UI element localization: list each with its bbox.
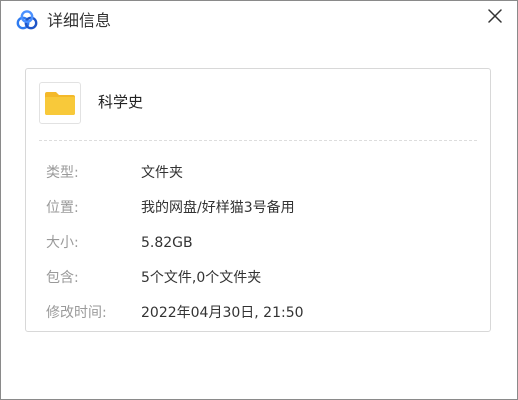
modified-time-label: 修改时间:	[46, 305, 107, 321]
type-value: 文件夹	[141, 165, 183, 181]
type-label: 类型:	[46, 165, 79, 181]
type-row: 类型: 文件夹	[46, 162, 476, 184]
dashed-divider	[39, 140, 477, 141]
location-value: 我的网盘/好样猫3号备用	[141, 200, 295, 216]
details-panel: 科学史 类型: 文件夹 位置: 我的网盘/好样猫3号备用 大小: 5.82GB …	[25, 68, 491, 332]
modified-time-row: 修改时间: 2022年04月30日, 21:50	[46, 302, 476, 324]
file-icon-box	[39, 82, 81, 124]
folder-icon	[45, 92, 75, 115]
location-label: 位置:	[46, 200, 79, 216]
close-button[interactable]	[479, 3, 511, 31]
file-name: 科学史	[98, 93, 144, 111]
title-bar: 详细信息	[1, 1, 517, 41]
contains-label: 包含:	[46, 270, 79, 286]
contains-row: 包含: 5个文件,0个文件夹	[46, 267, 476, 289]
cloud-logo-icon	[15, 10, 39, 32]
size-value: 5.82GB	[141, 235, 193, 251]
modified-time-value: 2022年04月30日, 21:50	[141, 305, 304, 321]
details-dialog: 详细信息 科学史 类型: 文件夹 位置: 我的网盘/好样猫3号备用 大小: 5.…	[0, 0, 518, 400]
dialog-title: 详细信息	[47, 11, 112, 30]
close-icon	[488, 9, 502, 23]
size-label: 大小:	[46, 235, 79, 251]
contains-value: 5个文件,0个文件夹	[141, 270, 262, 286]
size-row: 大小: 5.82GB	[46, 232, 476, 254]
location-row: 位置: 我的网盘/好样猫3号备用	[46, 197, 476, 219]
